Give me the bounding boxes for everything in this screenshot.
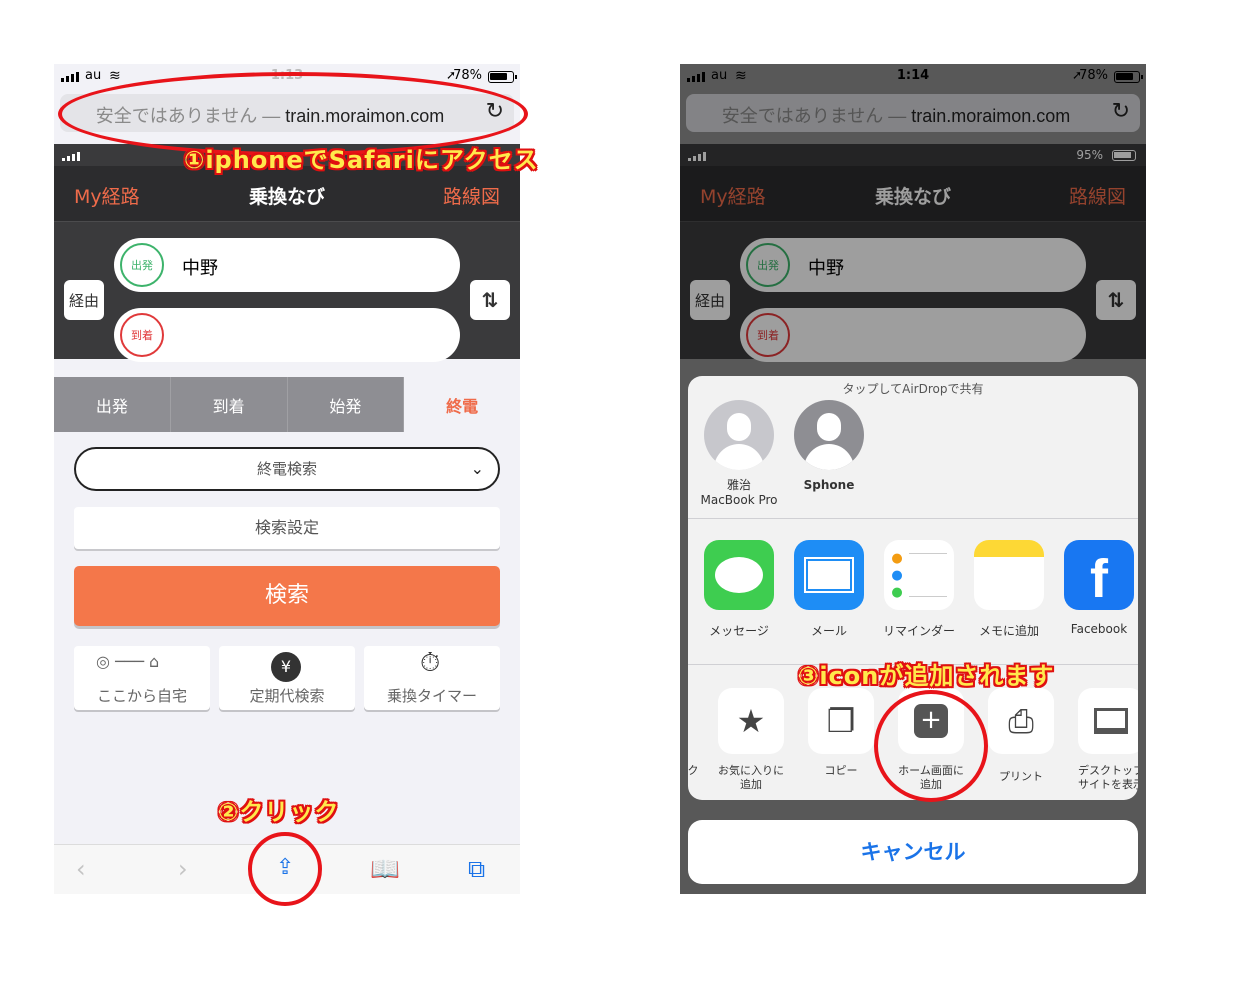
bookmarks-icon[interactable]: 📖 [370, 855, 400, 883]
battery-percent: 78% [1079, 68, 1108, 83]
search-type-tabs: 出発 到着 始発 終電 [54, 377, 520, 432]
star-icon[interactable]: ★ [718, 688, 784, 754]
swap-icon[interactable]: ⇅ [1096, 280, 1136, 320]
commuter-pass-tile[interactable]: ¥ 定期代検索 [219, 646, 355, 710]
tab-departure[interactable]: 出発 [54, 377, 171, 432]
battery-percent: 78% [453, 68, 482, 83]
route-map-link[interactable]: 路線図 [443, 182, 500, 209]
reload-icon[interactable]: ↻ [1112, 98, 1130, 124]
action-label: プリント [999, 770, 1043, 783]
app-label: リマインダー [882, 624, 955, 638]
departure-value: 中野 [182, 258, 218, 279]
mail-icon[interactable] [794, 540, 864, 610]
app-label: Facebook [1070, 622, 1128, 636]
forward-icon[interactable]: › [178, 855, 188, 883]
step3-annotation: ③iconが追加されます [798, 662, 1055, 690]
app-label: メモに追加 [978, 624, 1039, 638]
battery-icon [488, 71, 517, 83]
tab-arrival[interactable]: 到着 [171, 377, 288, 432]
search-mode-value: 終電検索 [256, 460, 317, 478]
via-button[interactable]: 経由 [64, 280, 104, 320]
search-settings-button[interactable]: 検索設定 [74, 507, 500, 549]
reminders-icon[interactable]: ● ● ● [884, 540, 954, 610]
app-signal-icon [62, 152, 80, 161]
messages-icon[interactable] [704, 540, 774, 610]
facebook-icon[interactable]: f [1064, 540, 1134, 610]
app-nav-bar: My経路 乗換なび 路線図 [680, 166, 1146, 222]
device-name: Sphone [803, 478, 855, 492]
departure-value: 中野 [808, 258, 844, 279]
chevron-down-icon: ⌄ [470, 459, 484, 478]
route-map-link[interactable]: 路線図 [1069, 182, 1126, 209]
app-signal-icon [688, 152, 706, 161]
left-phone-screen: au ≋ 1:13 ➚ 78% 安全ではありません — train.moraim… [54, 64, 520, 894]
transfer-timer-label: 乗換タイマー [386, 687, 477, 705]
arrive-badge: 到着 [746, 313, 790, 357]
depart-badge: 出発 [746, 243, 790, 287]
device-type: MacBook Pro [700, 493, 778, 507]
action-label: コピー [824, 764, 858, 777]
action-label: デスクトップ サイトを表示 [1078, 764, 1138, 791]
app-header: 95% My経路 乗換なび 路線図 出発 中野 到着 経由 ⇅ [680, 144, 1146, 362]
home-route-icon: ◎ ─── ⌂ [96, 652, 160, 671]
status-bar: au ≋ 1:14 ➚ 78% [680, 64, 1146, 88]
avatar[interactable] [704, 400, 774, 470]
home-route-tile[interactable]: ◎ ─── ⌂ ここから自宅 [74, 646, 210, 710]
swap-icon[interactable]: ⇅ [470, 280, 510, 320]
print-icon[interactable]: ⎙ [988, 688, 1054, 754]
tab-first-train[interactable]: 始発 [288, 377, 405, 432]
step1-annotation: ①iphoneでSafariにアクセス [184, 146, 539, 174]
tabs-icon[interactable]: ⧉ [468, 855, 485, 883]
address-bar[interactable]: 安全ではありません — train.moraimon.com ↻ [686, 94, 1140, 132]
app-status-bar: 95% [680, 144, 1146, 166]
app-battery-percent: 95% [1076, 148, 1103, 162]
app-header: My経路 乗換なび 路線図 出発 中野 到着 経由 ⇅ [54, 144, 520, 362]
airdrop-header: タップしてAirDropで共有 [842, 382, 984, 396]
url-domain: train.moraimon.com [911, 106, 1071, 126]
step2-annotation: ②クリック [218, 798, 340, 826]
action-label: お気に入りに 追加 [718, 764, 784, 791]
airdrop-device[interactable]: Sphone [774, 478, 884, 493]
stopwatch-icon: ⏱ [420, 648, 441, 678]
avatar[interactable] [794, 400, 864, 470]
share-highlight-ring [248, 832, 322, 906]
commuter-pass-label: 定期代検索 [249, 687, 325, 705]
search-mode-select[interactable]: 終電検索 ⌄ [74, 447, 500, 491]
insecure-label: 安全ではありません — [721, 106, 907, 126]
departure-field[interactable]: 出発 中野 [740, 238, 1086, 292]
search-button[interactable]: 検索 [74, 566, 500, 626]
via-button[interactable]: 経由 [690, 280, 730, 320]
departure-field[interactable]: 出発 中野 [114, 238, 460, 292]
add-home-highlight-ring [874, 690, 988, 802]
notes-icon[interactable] [974, 540, 1044, 610]
divider [688, 518, 1138, 519]
home-route-label: ここから自宅 [96, 687, 187, 705]
arrival-field[interactable]: 到着 [114, 308, 460, 362]
back-icon[interactable]: ‹ [76, 855, 86, 883]
copy-icon[interactable]: ❐ [808, 688, 874, 754]
app-label: メッセージ [709, 624, 769, 638]
arrive-badge: 到着 [120, 313, 164, 357]
app-label: メール [810, 624, 847, 638]
transfer-timer-tile[interactable]: ⏱ 乗換タイマー [364, 646, 500, 710]
arrival-field[interactable]: 到着 [740, 308, 1086, 362]
tab-last-train[interactable]: 終電 [404, 377, 520, 432]
desktop-icon[interactable] [1078, 688, 1138, 754]
cancel-button[interactable]: キャンセル [688, 820, 1138, 884]
app-battery-icon [1112, 150, 1136, 161]
yen-icon: ¥ [271, 652, 301, 682]
battery-icon [1114, 71, 1143, 83]
depart-badge: 出発 [120, 243, 164, 287]
